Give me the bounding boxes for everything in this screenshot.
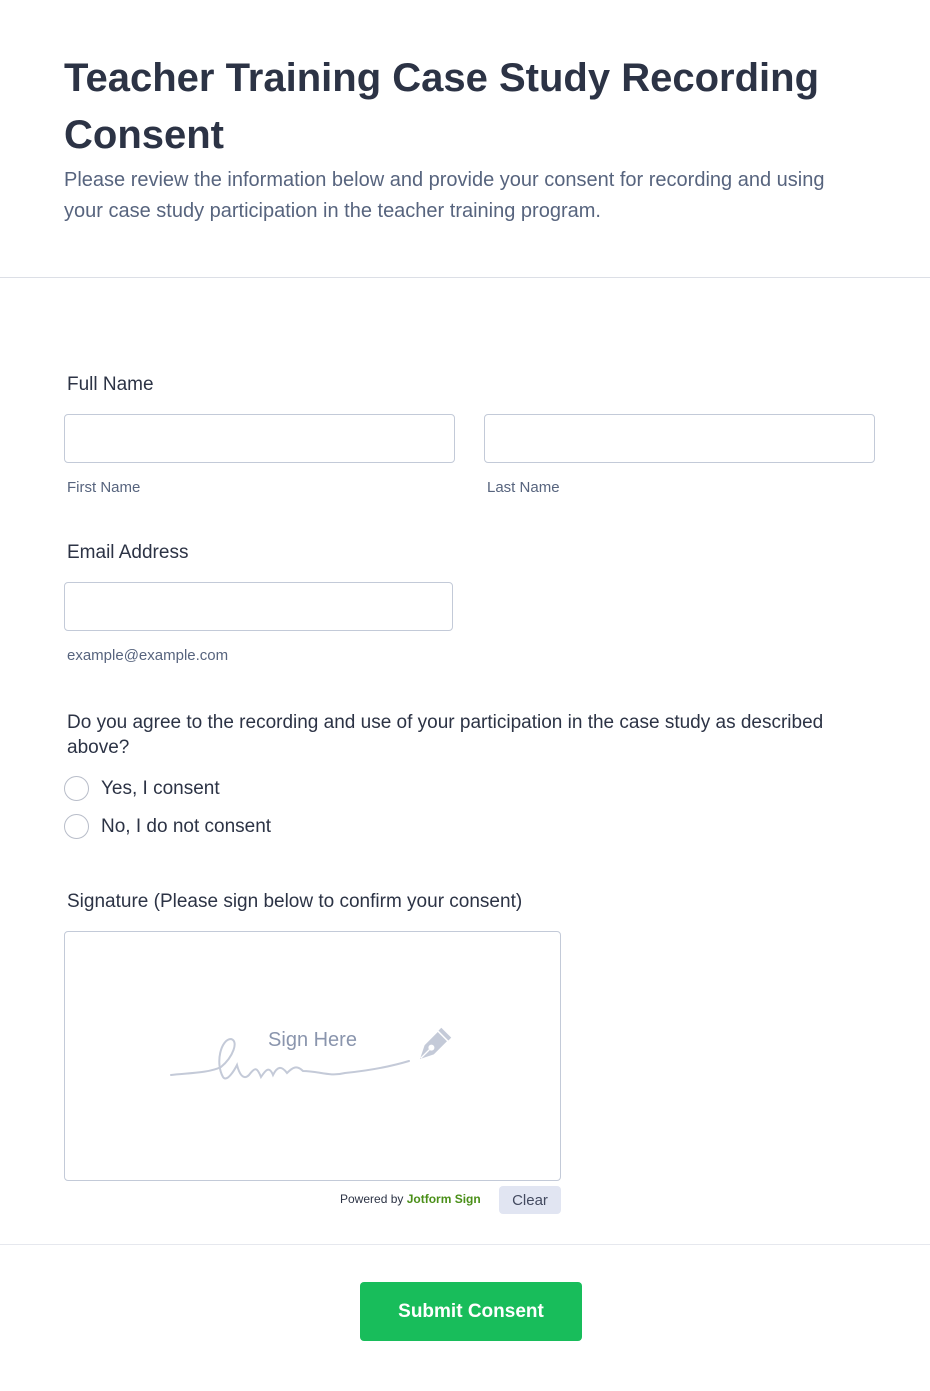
submit-consent-button[interactable]: Submit Consent: [360, 1282, 582, 1341]
powered-by-text: Powered by Jotform Sign: [340, 1192, 481, 1206]
first-name-sublabel: First Name: [67, 479, 141, 496]
email-sublabel: example@example.com: [67, 647, 229, 664]
radio-option-no[interactable]: No, I do not consent: [64, 814, 271, 839]
first-name-input[interactable]: [64, 414, 455, 463]
email-input[interactable]: [64, 582, 453, 631]
footer-divider: [0, 1244, 930, 1245]
radio-button-no[interactable]: [64, 814, 89, 839]
pen-nib-icon: [420, 1027, 452, 1059]
clear-signature-button[interactable]: Clear: [499, 1186, 561, 1214]
email-label: Email Address: [67, 542, 189, 563]
radio-label-yes[interactable]: Yes, I consent: [101, 778, 220, 800]
last-name-sublabel: Last Name: [487, 479, 560, 496]
radio-button-yes[interactable]: [64, 776, 89, 801]
last-name-input[interactable]: [484, 414, 875, 463]
signature-label: Signature (Please sign below to confirm …: [67, 891, 523, 912]
form-page: Teacher Training Case Study Recording Co…: [0, 0, 930, 1391]
signature-pad[interactable]: Sign Here: [64, 931, 561, 1181]
page-title: Teacher Training Case Study Recording Co…: [64, 56, 819, 157]
radio-label-no[interactable]: No, I do not consent: [101, 816, 271, 838]
form-header: Teacher Training Case Study Recording Co…: [0, 0, 930, 278]
page-subtitle: Please review the information below and …: [64, 169, 825, 222]
full-name-label: Full Name: [67, 374, 154, 395]
radio-option-yes[interactable]: Yes, I consent: [64, 776, 220, 801]
powered-by-prefix: Powered by: [340, 1192, 404, 1206]
jotform-sign-brand: Jotform Sign: [406, 1192, 481, 1206]
consent-question: Do you agree to the recording and use of…: [67, 712, 824, 758]
